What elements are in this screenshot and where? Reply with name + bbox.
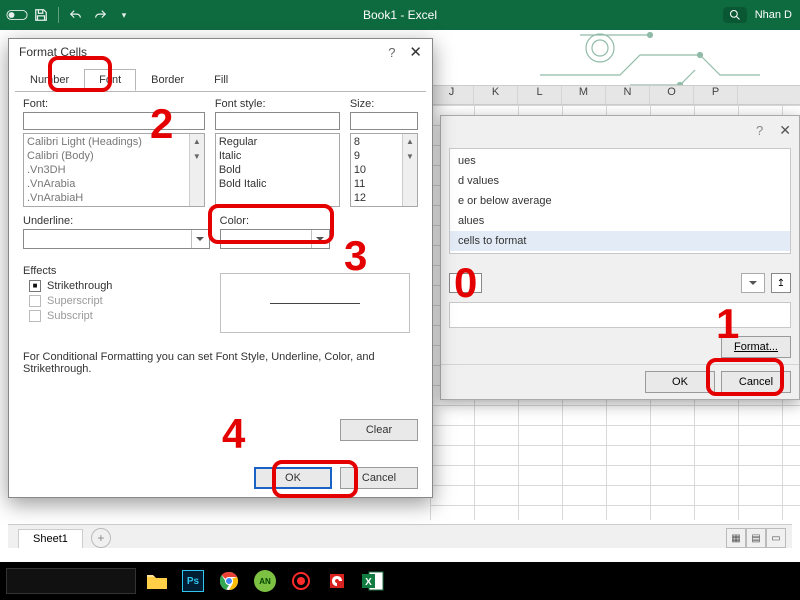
- save-icon[interactable]: [30, 4, 52, 26]
- col-header[interactable]: L: [518, 86, 562, 104]
- list-item[interactable]: cells to format: [450, 231, 790, 251]
- svg-text:X: X: [365, 577, 372, 588]
- excel-taskbar-icon[interactable]: X: [358, 566, 388, 596]
- tab-fill[interactable]: Fill: [199, 69, 243, 91]
- tab-font[interactable]: Font: [84, 69, 136, 91]
- list-item: .VnArabia: [27, 177, 201, 191]
- list-item[interactable]: e or below average: [450, 191, 790, 211]
- tab-border[interactable]: Border: [136, 69, 199, 91]
- ok-button[interactable]: OK: [645, 371, 715, 393]
- size-input[interactable]: [350, 112, 418, 130]
- value-input[interactable]: 0: [449, 273, 482, 293]
- autosave-toggle[interactable]: [6, 4, 28, 26]
- list-item: Regular: [219, 135, 336, 149]
- style-input[interactable]: [215, 112, 340, 130]
- color-dropdown[interactable]: [220, 229, 330, 249]
- font-label: Font:: [23, 98, 205, 110]
- scrollbar[interactable]: ▲▼: [189, 134, 204, 206]
- font-preview: [220, 273, 410, 333]
- list-item[interactable]: ues: [450, 151, 790, 171]
- callout-number-1: 1: [716, 300, 739, 348]
- dialog-title: Format Cells: [19, 45, 87, 59]
- range-picker-icon[interactable]: ↥: [771, 273, 791, 293]
- close-icon[interactable]: ✕: [409, 43, 422, 61]
- rule-type-list[interactable]: ues d values e or below average alues ce…: [449, 148, 791, 254]
- list-item: Italic: [219, 149, 336, 163]
- list-item: .VnArabiaH: [27, 191, 201, 205]
- help-icon[interactable]: ?: [388, 45, 395, 60]
- record-icon[interactable]: [286, 566, 316, 596]
- size-label: Size:: [350, 98, 418, 110]
- size-list[interactable]: 8 9 10 11 12 14 ▲▼: [350, 133, 418, 207]
- scrollbar[interactable]: ▲▼: [402, 134, 417, 206]
- col-header[interactable]: M: [562, 86, 606, 104]
- file-explorer-icon[interactable]: [142, 566, 172, 596]
- tab-number[interactable]: Number: [15, 69, 84, 91]
- color-label: Color:: [220, 215, 418, 227]
- format-preview: [449, 302, 791, 328]
- list-item: .Vn3DH: [27, 163, 201, 177]
- list-item[interactable]: d values: [450, 171, 790, 191]
- conditional-formatting-dialog: ? ✕ ues d values e or below average alue…: [440, 115, 800, 400]
- photoshop-icon[interactable]: Ps: [178, 566, 208, 596]
- font-input[interactable]: [23, 112, 205, 130]
- qat-dropdown-icon[interactable]: ▾: [113, 4, 135, 26]
- col-header[interactable]: P: [694, 86, 738, 104]
- underline-label: Underline:: [23, 215, 210, 227]
- new-sheet-button[interactable]: +: [91, 528, 111, 548]
- format-cells-dialog: Format Cells ? ✕ Number Font Border Fill…: [8, 38, 433, 498]
- clear-button[interactable]: Clear: [340, 419, 418, 441]
- subscript-checkbox: Subscript: [29, 310, 210, 322]
- list-item: Bold Italic: [219, 177, 336, 191]
- callout-number-4: 4: [222, 410, 245, 458]
- close-icon[interactable]: ✕: [779, 122, 791, 139]
- strikethrough-checkbox[interactable]: Strikethrough: [29, 280, 210, 292]
- underline-dropdown[interactable]: [23, 229, 210, 249]
- dialog-note: For Conditional Formatting you can set F…: [23, 351, 418, 375]
- ok-button[interactable]: OK: [254, 467, 332, 489]
- list-item: Bold: [219, 163, 336, 177]
- cortana-search[interactable]: [6, 568, 136, 594]
- redo-icon[interactable]: [89, 4, 111, 26]
- list-item: Calibri (Body): [27, 149, 201, 163]
- cancel-button[interactable]: Cancel: [721, 371, 791, 393]
- undo-icon[interactable]: [65, 4, 87, 26]
- windows-taskbar: Ps AN X: [0, 562, 800, 600]
- superscript-checkbox: Superscript: [29, 295, 210, 307]
- callout-number-3: 3: [344, 232, 367, 280]
- garena-icon[interactable]: [322, 566, 352, 596]
- col-header[interactable]: J: [430, 86, 474, 104]
- excel-title-bar: ▾ Book1 - Excel Nhan D: [0, 0, 800, 30]
- style-list[interactable]: Regular Italic Bold Bold Italic: [215, 133, 340, 207]
- list-item: Calibri Light (Headings): [27, 135, 201, 149]
- column-headers: J K L M N O P: [430, 85, 800, 105]
- sheet-tab-bar: Sheet1 + ▦ ▤ ▭: [8, 524, 792, 548]
- cancel-button[interactable]: Cancel: [340, 467, 418, 489]
- user-name[interactable]: Nhan D: [755, 9, 792, 21]
- list-item[interactable]: alues: [450, 211, 790, 231]
- search-button[interactable]: [723, 7, 747, 23]
- list-item: .VnArial: [27, 205, 201, 207]
- view-pagebreak-icon[interactable]: ▭: [766, 528, 786, 548]
- document-title: Book1 - Excel: [363, 8, 437, 22]
- col-header[interactable]: K: [474, 86, 518, 104]
- col-header[interactable]: N: [606, 86, 650, 104]
- quick-access-toolbar: ▾: [6, 4, 135, 26]
- help-icon[interactable]: ?: [756, 123, 763, 138]
- sheet-tab[interactable]: Sheet1: [18, 529, 83, 548]
- view-pagelayout-icon[interactable]: ▤: [746, 528, 766, 548]
- dialog-tabs: Number Font Border Fill: [9, 65, 432, 91]
- callout-number-2: 2: [150, 100, 173, 148]
- app-icon[interactable]: AN: [250, 566, 280, 596]
- chrome-icon[interactable]: [214, 566, 244, 596]
- col-header[interactable]: O: [650, 86, 694, 104]
- font-list[interactable]: Calibri Light (Headings) Calibri (Body) …: [23, 133, 205, 207]
- view-normal-icon[interactable]: ▦: [726, 528, 746, 548]
- operator-dropdown[interactable]: [741, 273, 765, 293]
- effects-label: Effects: [23, 265, 210, 277]
- style-label: Font style:: [215, 98, 340, 110]
